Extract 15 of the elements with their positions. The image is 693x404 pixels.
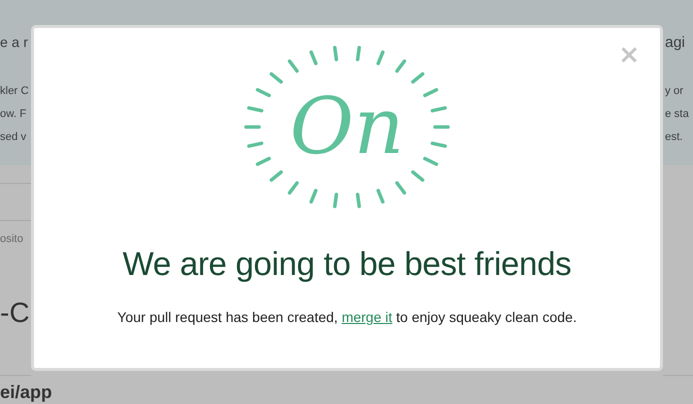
merge-link[interactable]: merge it: [342, 309, 392, 325]
repo-title: ei/app: [0, 381, 54, 404]
body-text: ow. F: [0, 107, 28, 122]
page-heading: e a r: [0, 33, 30, 52]
body-text: e sta: [665, 107, 690, 122]
body-text: kler C: [0, 84, 30, 99]
dialog-title: We are going to be best friends: [122, 245, 572, 283]
body-text: sed v: [0, 130, 28, 145]
body-text: est.: [665, 130, 684, 145]
logo-text: On: [290, 82, 404, 172]
page-heading: agi: [665, 33, 686, 53]
body-text: y or: [665, 84, 684, 99]
section-title: -C: [0, 297, 31, 330]
section-label: osito: [0, 233, 24, 247]
dialog-message: Your pull request has been created, merge it to enjoy squeaky clean code.: [117, 309, 577, 325]
